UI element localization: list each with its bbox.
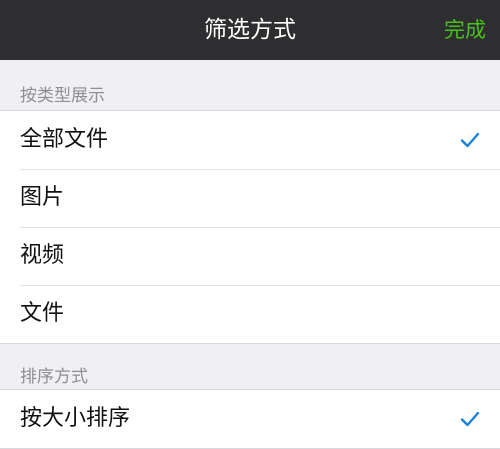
option-label: 全部文件 [20,127,109,152]
page-title: 筛选方式 [204,17,296,43]
option-label: 图片 [20,185,65,210]
navigation-bar: 筛选方式 完成 [0,0,500,60]
option-label: 按大小排序 [20,406,131,431]
section-header-sort: 排序方式 [0,345,500,390]
option-label: 视频 [20,243,65,268]
done-button[interactable]: 完成 [444,0,486,60]
option-label: 文件 [20,301,65,326]
option-images[interactable]: 图片 [0,169,500,227]
checkmark-icon [460,132,480,148]
sort-method-list: 按大小排序 [0,389,500,449]
display-type-list: 全部文件 图片 视频 文件 [0,110,500,344]
checkmark-icon [460,411,480,427]
option-sort-by-size[interactable]: 按大小排序 [0,390,500,448]
option-all-files[interactable]: 全部文件 [0,111,500,169]
section-header-display-label: 按类型展示 [20,86,105,106]
option-videos[interactable]: 视频 [0,227,500,285]
section-header-display: 按类型展示 [0,61,500,110]
section-header-sort-label: 排序方式 [20,367,88,387]
option-files[interactable]: 文件 [0,285,500,343]
